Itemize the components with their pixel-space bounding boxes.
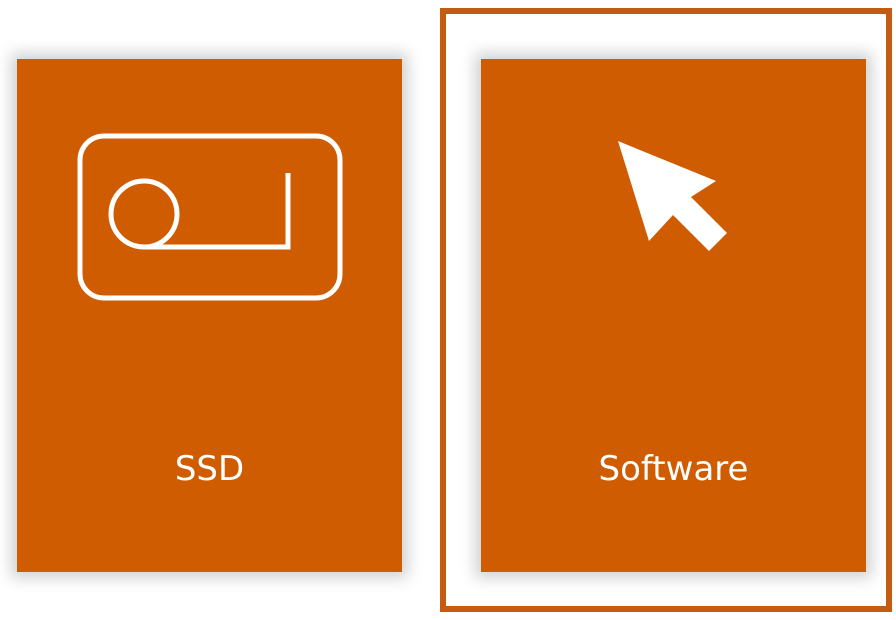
- ssd-drive-icon: [77, 133, 343, 301]
- ssd-tile-label: SSD: [174, 449, 245, 489]
- cursor-arrow-icon: [618, 141, 727, 251]
- software-tile[interactable]: Software: [481, 59, 866, 572]
- software-tile-label: Software: [598, 449, 749, 489]
- ssd-tile[interactable]: SSD: [17, 59, 402, 572]
